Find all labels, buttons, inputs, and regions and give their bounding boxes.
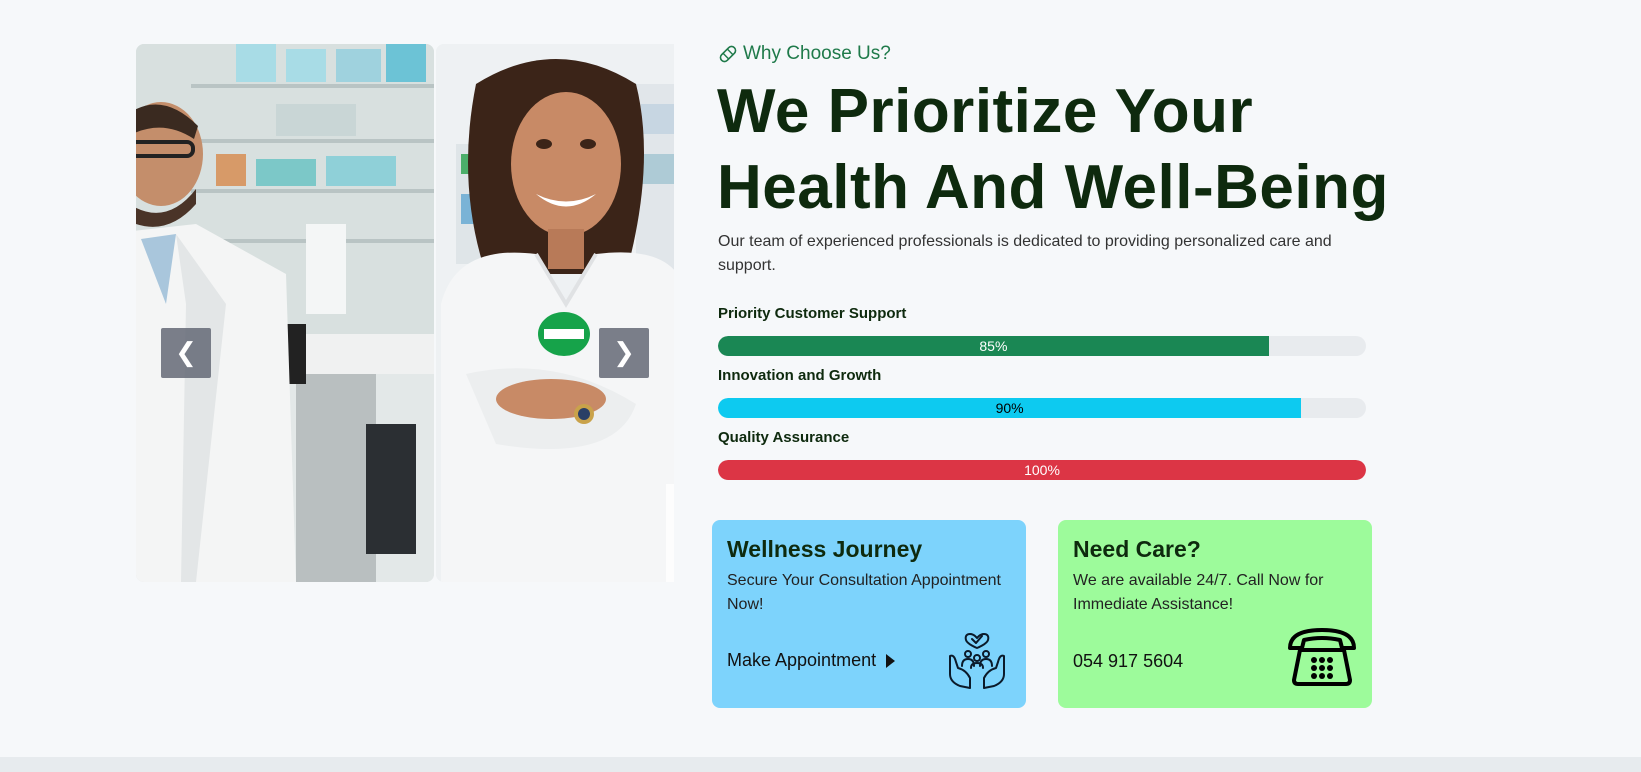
need-care-card-text: We are available 24/7. Call Now for Imme… <box>1073 572 1324 613</box>
footer-band <box>0 757 1641 772</box>
progress-fill-customer-support: 85% <box>718 336 1269 356</box>
progress-fill-quality: 100% <box>718 460 1366 480</box>
carousel-prev-button[interactable]: ❮ <box>161 328 211 378</box>
care-hands-icon <box>949 633 1005 689</box>
carousel-slide-pharmacist-woman <box>436 44 674 582</box>
make-appointment-label: Make Appointment <box>727 650 877 670</box>
skill-label-customer-support: Priority Customer Support <box>718 305 907 322</box>
image-carousel: ❮ ❯ <box>136 44 674 582</box>
pharmacist-woman-image <box>436 44 674 582</box>
need-care-card-title: Need Care? <box>1073 536 1201 562</box>
phone-number-link[interactable]: 054 917 5604 <box>1073 651 1183 672</box>
section-lead: Our team of experienced professionals is… <box>718 233 1332 274</box>
make-appointment-link[interactable]: Make Appointment <box>727 650 896 671</box>
wellness-card-title: Wellness Journey <box>727 536 923 562</box>
carousel-next-button[interactable]: ❯ <box>599 328 649 378</box>
bandage-icon <box>719 45 737 63</box>
need-care-card: Need Care? We are available 24/7. Call N… <box>1058 520 1372 708</box>
play-arrow-icon <box>886 653 896 668</box>
progress-bar-customer-support: 85% <box>718 336 1366 356</box>
progress-bar-quality: 100% <box>718 460 1366 480</box>
wellness-card-text: Secure Your Consultation Appointment Now… <box>727 572 1001 613</box>
carousel-slide-pharmacist-man <box>136 44 434 582</box>
eyebrow-text: Why Choose Us? <box>743 43 891 64</box>
pharmacist-man-image <box>136 44 434 582</box>
progress-fill-innovation: 90% <box>718 398 1302 418</box>
section-headline: We Prioritize Your Health And Well-Being <box>717 77 1389 222</box>
progress-bar-innovation: 90% <box>718 398 1366 418</box>
skill-label-innovation: Innovation and Growth <box>718 367 882 384</box>
wellness-card: Wellness Journey Secure Your Consultatio… <box>712 520 1026 708</box>
skill-label-quality: Quality Assurance <box>718 429 850 446</box>
telephone-icon <box>1288 628 1356 686</box>
section-eyebrow: Why Choose Us? <box>718 43 891 65</box>
